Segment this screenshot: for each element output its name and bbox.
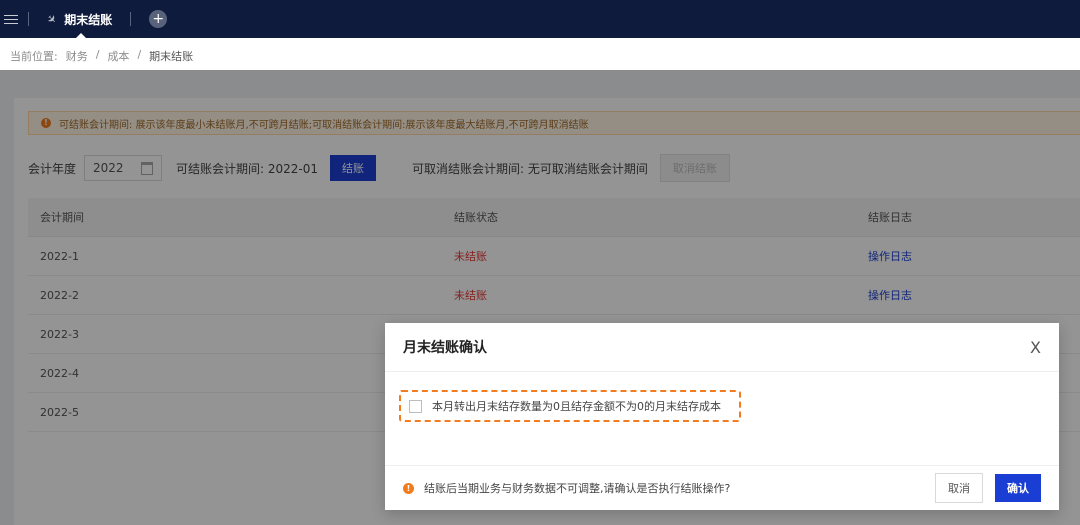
confirm-message: 结账后当期业务与财务数据不可调整,请确认是否执行结账操作?: [424, 482, 731, 495]
tab-label: 期末结账: [64, 12, 113, 27]
confirm-button[interactable]: 确认: [995, 474, 1041, 502]
breadcrumb-separator: /: [95, 48, 100, 61]
zero-quantity-cost-checkbox[interactable]: [409, 399, 422, 413]
breadcrumb-current: 期末结账: [149, 50, 194, 63]
highlighted-checkbox-frame: 本月转出月末结存数量为0且结存金额不为0的月末结存成本: [399, 390, 741, 422]
breadcrumb-prefix: 当前位置:: [10, 50, 58, 63]
tab-period-end-closing[interactable]: ✈ 期末结账: [39, 0, 120, 38]
checkbox-label[interactable]: 本月转出月末结存数量为0且结存金额不为0的月末结存成本: [432, 398, 721, 414]
breadcrumb-item-finance[interactable]: 财务: [66, 48, 88, 64]
active-tab-indicator: [75, 33, 86, 38]
divider: [130, 12, 132, 26]
warning-icon: !: [403, 482, 414, 494]
dialog-title: 月末结账确认: [403, 340, 487, 356]
close-icon[interactable]: X: [1030, 338, 1041, 357]
divider: [28, 12, 29, 26]
dialog-header: 月末结账确认 X: [385, 323, 1059, 372]
dialog-body: 本月转出月末结存数量为0且结存金额不为0的月末结存成本: [385, 372, 1059, 466]
breadcrumb: 当前位置: 财务 / 成本 / 期末结账: [10, 48, 193, 64]
pin-icon[interactable]: ✈: [44, 11, 60, 27]
month-end-close-dialog: 月末结账确认 X 本月转出月末结存数量为0且结存金额不为0的月末结存成本 ! 结…: [385, 323, 1059, 510]
top-navigation-bar: ✈ 期末结账 +: [0, 0, 1080, 38]
menu-icon[interactable]: [4, 14, 18, 24]
dialog-footer: ! 结账后当期业务与财务数据不可调整,请确认是否执行结账操作? 取消 确认: [385, 465, 1059, 510]
breadcrumb-separator: /: [137, 48, 142, 61]
breadcrumb-item-cost[interactable]: 成本: [107, 48, 129, 64]
add-tab-button[interactable]: +: [149, 10, 168, 28]
cancel-button[interactable]: 取消: [935, 473, 983, 503]
